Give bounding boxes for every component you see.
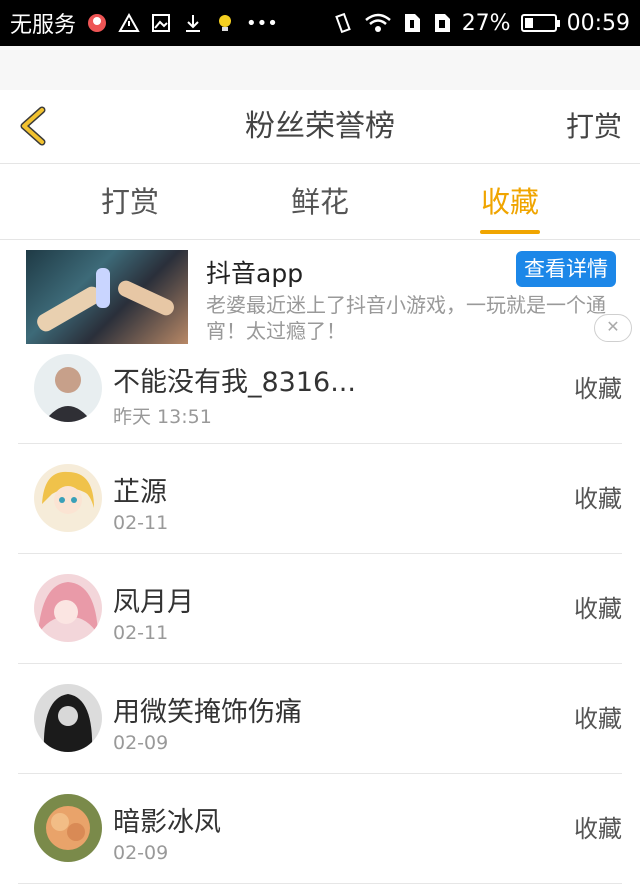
list-item[interactable]: 芷源 02-11 收藏	[18, 444, 622, 554]
user-name: 不能没有我_8316...	[113, 367, 356, 398]
user-date: 02-11	[113, 622, 169, 644]
action-label: 收藏	[574, 815, 622, 843]
tab-reward[interactable]: 打赏	[70, 164, 190, 240]
avatar[interactable]	[34, 684, 102, 752]
page-header: 粉丝荣誉榜 打赏	[0, 90, 640, 164]
avatar[interactable]	[34, 464, 102, 532]
avatar[interactable]	[34, 354, 102, 422]
action-label: 收藏	[574, 595, 622, 623]
view-details-button[interactable]: 查看详情	[516, 251, 616, 287]
ad-banner[interactable]: 抖音app 查看详情 老婆最近迷上了抖音小游戏，一玩就是一个通宵！太过瘾了！	[0, 240, 640, 344]
more-icon: •••	[246, 12, 278, 34]
list-item[interactable]: 凤月月 02-11 收藏	[18, 554, 622, 664]
alert-icon	[118, 12, 140, 34]
user-date: 02-09	[113, 732, 169, 754]
tab-label: 收藏	[480, 185, 539, 219]
close-icon[interactable]: ✕	[594, 314, 632, 342]
spacer	[0, 46, 640, 90]
app-icon	[86, 12, 108, 34]
page-title: 粉丝荣誉榜	[245, 109, 395, 144]
sim1-icon	[402, 12, 422, 34]
user-date: 昨天 13:51	[113, 406, 212, 428]
avatar[interactable]	[34, 574, 102, 642]
user-name: 用微笑掩饰伤痛	[113, 697, 302, 728]
action-label: 收藏	[574, 485, 622, 513]
user-date: 02-09	[113, 842, 169, 864]
image-icon	[150, 12, 172, 34]
tab-label: 鲜花	[290, 185, 349, 219]
reward-button[interactable]: 打赏	[566, 90, 622, 164]
download-icon	[182, 12, 204, 34]
avatar[interactable]	[34, 794, 102, 862]
wifi-icon	[364, 12, 392, 34]
clock: 00:59	[566, 10, 630, 36]
tab-bar: 打赏 鲜花 收藏	[0, 164, 640, 240]
vibrate-icon	[332, 12, 354, 34]
active-tab-indicator	[480, 230, 540, 234]
user-name: 凤月月	[113, 587, 194, 618]
bulb-icon	[214, 12, 236, 34]
tab-label: 打赏	[100, 185, 159, 219]
tab-flowers[interactable]: 鲜花	[260, 164, 380, 240]
status-bar: 无服务 ••• 27% 00:59	[0, 0, 640, 46]
action-label: 收藏	[574, 705, 622, 733]
sim2-icon	[432, 12, 452, 34]
ad-thumbnail[interactable]	[26, 250, 188, 344]
battery-icon	[520, 14, 560, 32]
list-item[interactable]: 用微笑掩饰伤痛 02-09 收藏	[18, 664, 622, 774]
list-item[interactable]: 暗影冰凤 02-09 收藏	[18, 774, 622, 884]
battery-percent: 27%	[461, 10, 511, 36]
tab-favorites[interactable]: 收藏	[450, 164, 570, 240]
list-item[interactable]: 不能没有我_8316... 昨天 13:51 收藏	[18, 334, 622, 444]
carrier-label: 无服务	[10, 13, 77, 38]
ad-title[interactable]: 抖音app	[206, 254, 303, 290]
fan-list: 不能没有我_8316... 昨天 13:51 收藏 芷源 02-11 收藏 凤月…	[0, 334, 640, 884]
user-name: 芷源	[113, 477, 167, 508]
user-date: 02-11	[113, 512, 169, 534]
user-name: 暗影冰凤	[113, 807, 221, 838]
action-label: 收藏	[574, 375, 622, 403]
